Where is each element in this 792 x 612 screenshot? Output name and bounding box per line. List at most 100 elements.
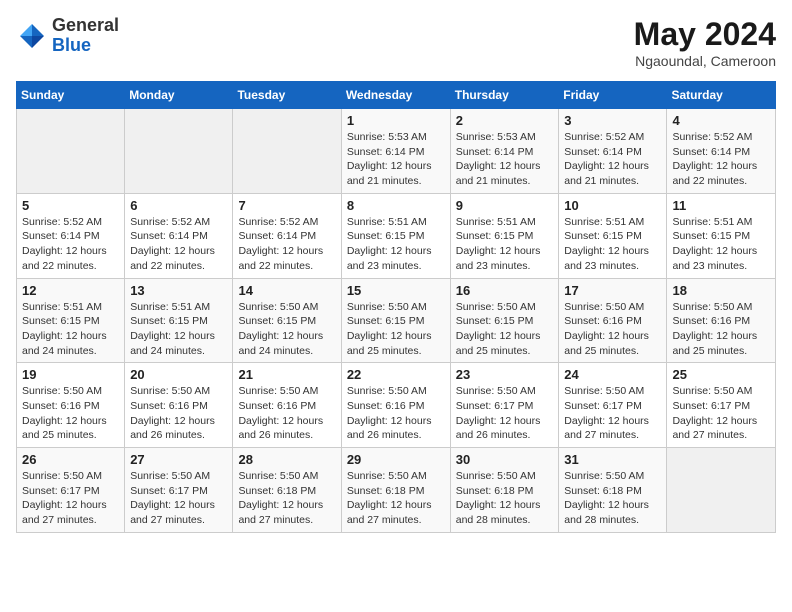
day-number: 20 bbox=[130, 367, 227, 382]
weekday-tuesday: Tuesday bbox=[233, 82, 341, 109]
day-info: Sunrise: 5:50 AM Sunset: 6:17 PM Dayligh… bbox=[564, 384, 661, 443]
day-info: Sunrise: 5:51 AM Sunset: 6:15 PM Dayligh… bbox=[130, 300, 227, 359]
day-number: 19 bbox=[22, 367, 119, 382]
calendar-cell bbox=[17, 109, 125, 194]
calendar-cell: 21 Sunrise: 5:50 AM Sunset: 6:16 PM Dayli… bbox=[233, 363, 341, 448]
logo-blue: Blue bbox=[52, 35, 91, 55]
calendar-cell: 1 Sunrise: 5:53 AM Sunset: 6:14 PM Daylig… bbox=[341, 109, 450, 194]
weekday-wednesday: Wednesday bbox=[341, 82, 450, 109]
calendar-cell bbox=[667, 448, 776, 533]
weekday-row: SundayMondayTuesdayWednesdayThursdayFrid… bbox=[17, 82, 776, 109]
day-number: 28 bbox=[238, 452, 335, 467]
calendar-cell: 6 Sunrise: 5:52 AM Sunset: 6:14 PM Daylig… bbox=[125, 193, 233, 278]
day-info: Sunrise: 5:50 AM Sunset: 6:16 PM Dayligh… bbox=[347, 384, 445, 443]
calendar-cell: 2Sunrise: 5:53 AM Sunset: 6:14 PM Daylig… bbox=[450, 109, 559, 194]
day-info: Sunrise: 5:50 AM Sunset: 6:17 PM Dayligh… bbox=[672, 384, 770, 443]
day-number: 29 bbox=[347, 452, 445, 467]
logo-general: General bbox=[52, 15, 119, 35]
day-number: 31 bbox=[564, 452, 661, 467]
calendar-cell: 24Sunrise: 5:50 AM Sunset: 6:17 PM Dayli… bbox=[559, 363, 667, 448]
calendar-cell bbox=[125, 109, 233, 194]
day-number: 10 bbox=[564, 198, 661, 213]
day-info: Sunrise: 5:50 AM Sunset: 6:17 PM Dayligh… bbox=[22, 469, 119, 528]
day-info: Sunrise: 5:52 AM Sunset: 6:14 PM Dayligh… bbox=[130, 215, 227, 274]
day-info: Sunrise: 5:51 AM Sunset: 6:15 PM Dayligh… bbox=[347, 215, 445, 274]
day-number: 1 bbox=[347, 113, 445, 128]
day-info: Sunrise: 5:50 AM Sunset: 6:17 PM Dayligh… bbox=[456, 384, 554, 443]
day-info: Sunrise: 5:50 AM Sunset: 6:15 PM Dayligh… bbox=[238, 300, 335, 359]
calendar-table: SundayMondayTuesdayWednesdayThursdayFrid… bbox=[16, 81, 776, 533]
day-number: 4 bbox=[672, 113, 770, 128]
day-number: 12 bbox=[22, 283, 119, 298]
calendar-cell: 10Sunrise: 5:51 AM Sunset: 6:15 PM Dayli… bbox=[559, 193, 667, 278]
title-block: May 2024 Ngaoundal, Cameroon bbox=[634, 16, 776, 69]
day-info: Sunrise: 5:50 AM Sunset: 6:18 PM Dayligh… bbox=[564, 469, 661, 528]
calendar-cell: 19 Sunrise: 5:50 AM Sunset: 6:16 PM Dayli… bbox=[17, 363, 125, 448]
weekday-sunday: Sunday bbox=[17, 82, 125, 109]
calendar-cell: 5 Sunrise: 5:52 AM Sunset: 6:14 PM Daylig… bbox=[17, 193, 125, 278]
calendar-cell: 16Sunrise: 5:50 AM Sunset: 6:15 PM Dayli… bbox=[450, 278, 559, 363]
calendar-cell: 25 Sunrise: 5:50 AM Sunset: 6:17 PM Dayli… bbox=[667, 363, 776, 448]
calendar-cell: 30 Sunrise: 5:50 AM Sunset: 6:18 PM Dayli… bbox=[450, 448, 559, 533]
day-number: 26 bbox=[22, 452, 119, 467]
day-number: 25 bbox=[672, 367, 770, 382]
day-number: 13 bbox=[130, 283, 227, 298]
calendar-week-2: 5 Sunrise: 5:52 AM Sunset: 6:14 PM Daylig… bbox=[17, 193, 776, 278]
calendar-week-4: 19 Sunrise: 5:50 AM Sunset: 6:16 PM Dayli… bbox=[17, 363, 776, 448]
day-number: 11 bbox=[672, 198, 770, 213]
day-number: 27 bbox=[130, 452, 227, 467]
calendar-cell: 20Sunrise: 5:50 AM Sunset: 6:16 PM Dayli… bbox=[125, 363, 233, 448]
calendar-cell: 31 Sunrise: 5:50 AM Sunset: 6:18 PM Dayli… bbox=[559, 448, 667, 533]
calendar-cell: 26 Sunrise: 5:50 AM Sunset: 6:17 PM Dayli… bbox=[17, 448, 125, 533]
weekday-thursday: Thursday bbox=[450, 82, 559, 109]
day-info: Sunrise: 5:50 AM Sunset: 6:16 PM Dayligh… bbox=[238, 384, 335, 443]
logo: General Blue bbox=[16, 16, 119, 56]
calendar-cell: 28Sunrise: 5:50 AM Sunset: 6:18 PM Dayli… bbox=[233, 448, 341, 533]
day-number: 18 bbox=[672, 283, 770, 298]
day-number: 9 bbox=[456, 198, 554, 213]
day-info: Sunrise: 5:50 AM Sunset: 6:16 PM Dayligh… bbox=[22, 384, 119, 443]
day-info: Sunrise: 5:51 AM Sunset: 6:15 PM Dayligh… bbox=[22, 300, 119, 359]
calendar-cell: 13 Sunrise: 5:51 AM Sunset: 6:15 PM Dayli… bbox=[125, 278, 233, 363]
calendar-cell: 18 Sunrise: 5:50 AM Sunset: 6:16 PM Dayli… bbox=[667, 278, 776, 363]
day-number: 2 bbox=[456, 113, 554, 128]
day-info: Sunrise: 5:51 AM Sunset: 6:15 PM Dayligh… bbox=[456, 215, 554, 274]
day-number: 30 bbox=[456, 452, 554, 467]
calendar-cell: 22 Sunrise: 5:50 AM Sunset: 6:16 PM Dayli… bbox=[341, 363, 450, 448]
day-info: Sunrise: 5:50 AM Sunset: 6:18 PM Dayligh… bbox=[347, 469, 445, 528]
day-info: Sunrise: 5:53 AM Sunset: 6:14 PM Dayligh… bbox=[347, 130, 445, 189]
day-info: Sunrise: 5:50 AM Sunset: 6:16 PM Dayligh… bbox=[564, 300, 661, 359]
calendar-cell: 15Sunrise: 5:50 AM Sunset: 6:15 PM Dayli… bbox=[341, 278, 450, 363]
calendar-cell: 8Sunrise: 5:51 AM Sunset: 6:15 PM Daylig… bbox=[341, 193, 450, 278]
calendar-cell: 7Sunrise: 5:52 AM Sunset: 6:14 PM Daylig… bbox=[233, 193, 341, 278]
calendar-cell: 29 Sunrise: 5:50 AM Sunset: 6:18 PM Dayli… bbox=[341, 448, 450, 533]
calendar-cell: 27 Sunrise: 5:50 AM Sunset: 6:17 PM Dayli… bbox=[125, 448, 233, 533]
day-number: 7 bbox=[238, 198, 335, 213]
day-number: 22 bbox=[347, 367, 445, 382]
day-info: Sunrise: 5:50 AM Sunset: 6:16 PM Dayligh… bbox=[672, 300, 770, 359]
logo-text: General Blue bbox=[52, 16, 119, 56]
day-number: 5 bbox=[22, 198, 119, 213]
day-number: 14 bbox=[238, 283, 335, 298]
calendar-cell bbox=[233, 109, 341, 194]
day-info: Sunrise: 5:51 AM Sunset: 6:15 PM Dayligh… bbox=[672, 215, 770, 274]
logo-icon bbox=[16, 20, 48, 52]
calendar-week-5: 26 Sunrise: 5:50 AM Sunset: 6:17 PM Dayli… bbox=[17, 448, 776, 533]
calendar-cell: 14 Sunrise: 5:50 AM Sunset: 6:15 PM Dayli… bbox=[233, 278, 341, 363]
day-number: 6 bbox=[130, 198, 227, 213]
weekday-friday: Friday bbox=[559, 82, 667, 109]
calendar-cell: 4Sunrise: 5:52 AM Sunset: 6:14 PM Daylig… bbox=[667, 109, 776, 194]
day-info: Sunrise: 5:52 AM Sunset: 6:14 PM Dayligh… bbox=[22, 215, 119, 274]
weekday-saturday: Saturday bbox=[667, 82, 776, 109]
calendar-cell: 23Sunrise: 5:50 AM Sunset: 6:17 PM Dayli… bbox=[450, 363, 559, 448]
day-number: 21 bbox=[238, 367, 335, 382]
day-info: Sunrise: 5:50 AM Sunset: 6:18 PM Dayligh… bbox=[456, 469, 554, 528]
weekday-monday: Monday bbox=[125, 82, 233, 109]
location-label: Ngaoundal, Cameroon bbox=[634, 53, 776, 69]
calendar-cell: 12 Sunrise: 5:51 AM Sunset: 6:15 PM Dayli… bbox=[17, 278, 125, 363]
day-info: Sunrise: 5:50 AM Sunset: 6:15 PM Dayligh… bbox=[456, 300, 554, 359]
calendar-cell: 9 Sunrise: 5:51 AM Sunset: 6:15 PM Daylig… bbox=[450, 193, 559, 278]
day-info: Sunrise: 5:50 AM Sunset: 6:17 PM Dayligh… bbox=[130, 469, 227, 528]
calendar-header: SundayMondayTuesdayWednesdayThursdayFrid… bbox=[17, 82, 776, 109]
calendar-body: 1 Sunrise: 5:53 AM Sunset: 6:14 PM Daylig… bbox=[17, 109, 776, 533]
